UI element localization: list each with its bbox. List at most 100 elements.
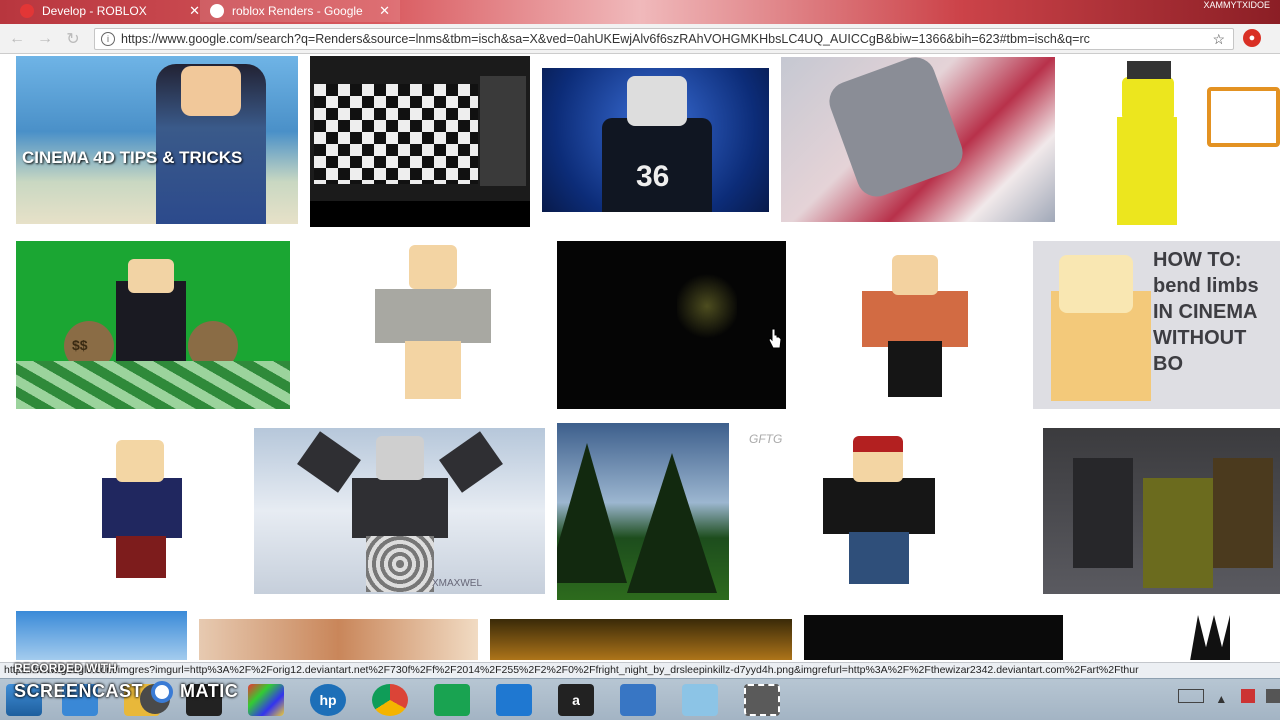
image-overlay-text: GFTG [749, 432, 783, 446]
image-overlay-text: XMAXWEL [432, 578, 483, 589]
timeline [310, 201, 530, 227]
avatar-head [128, 259, 174, 293]
avatar-body [1117, 117, 1177, 225]
image-result[interactable] [199, 619, 478, 660]
avatar-body [102, 478, 182, 538]
colors-grid-icon[interactable] [248, 684, 284, 716]
keyboard-icon[interactable] [1178, 689, 1205, 703]
image-result[interactable] [1160, 615, 1260, 660]
tab-strip: Develop - ROBLOX ✕ roblox Renders - Goog… [0, 0, 1280, 24]
money-pile [16, 361, 290, 409]
image-result[interactable] [781, 57, 1055, 222]
image-result[interactable]: CINEMA 4D TIPS & TRICKS [16, 56, 298, 224]
screencast-logo: SCREENCAST MATIC [14, 681, 239, 704]
image-result[interactable] [490, 619, 792, 660]
hp-icon[interactable]: hp [310, 684, 346, 716]
tab-title: roblox Renders - Google [232, 4, 363, 18]
roblox-favicon-icon [20, 4, 34, 18]
tray-arrow-icon[interactable]: ▲ [1215, 692, 1227, 706]
tab-close-icon[interactable]: ✕ [379, 3, 390, 19]
tray-app-icon[interactable] [1240, 689, 1255, 703]
paint-icon[interactable] [620, 684, 656, 716]
system-tray[interactable]: ▲ [1178, 689, 1280, 706]
network-icon[interactable] [1266, 689, 1280, 703]
panel [480, 76, 526, 186]
image-result[interactable] [557, 423, 729, 600]
tree [557, 443, 627, 583]
image-overlay-text: HOW TO: bend limbs IN CINEMA WITHOUT BO [1153, 249, 1259, 375]
back-icon[interactable]: ← [6, 28, 28, 50]
avatar-cap [853, 436, 903, 452]
store-icon[interactable] [434, 684, 470, 716]
snipping-tool-icon[interactable] [744, 684, 780, 716]
url-text[interactable]: https://www.google.com/search?q=Renders&… [121, 32, 1209, 46]
avatar-torso [375, 289, 491, 343]
avatar-head [892, 255, 938, 295]
avatar-legs [888, 341, 942, 397]
image-result[interactable]: GFTG [741, 428, 1031, 594]
avatar-head [376, 436, 424, 480]
image-result[interactable] [804, 615, 1063, 660]
hand-cursor-icon [768, 328, 782, 349]
image-result[interactable] [16, 611, 187, 660]
dark-figure [677, 271, 737, 341]
tree [627, 453, 717, 593]
browser-toolbar: ← → ↻ i https://www.google.com/search?q=… [0, 24, 1280, 54]
amazon-icon[interactable]: a [558, 684, 594, 716]
image-result[interactable]: HOW TO: bend limbs IN CINEMA WITHOUT BO [1033, 241, 1280, 409]
image-overlay-text: 36 [636, 160, 670, 193]
avatar-head [1122, 77, 1174, 121]
reload-icon[interactable]: ↻ [62, 28, 84, 50]
animatronic [1213, 458, 1273, 568]
avatar-jacket [862, 291, 968, 347]
avatar-head [1059, 255, 1133, 313]
image-result[interactable] [310, 56, 530, 227]
tab-roblox-renders[interactable]: roblox Renders - Google ✕ [200, 0, 400, 22]
address-bar[interactable]: i https://www.google.com/search?q=Render… [94, 28, 1234, 50]
avatar-head [116, 440, 164, 482]
page-info-icon[interactable]: i [101, 32, 115, 46]
google-favicon-icon [210, 4, 224, 18]
recorded-with-label: RECORDED WITH [14, 661, 117, 675]
avatar-hat [1127, 61, 1171, 79]
image-result[interactable]: $$ [16, 241, 290, 409]
tab-develop-roblox[interactable]: Develop - ROBLOX ✕ [10, 0, 210, 22]
image-result[interactable]: 36 [542, 68, 769, 212]
avatar-legs [405, 341, 461, 399]
bookmark-star-icon[interactable]: ☆ [1212, 31, 1225, 48]
image-result[interactable] [1043, 428, 1280, 594]
forward-icon[interactable]: → [34, 28, 56, 50]
trident [1207, 87, 1280, 147]
avatar-head [181, 66, 241, 116]
avatar-hoodie [352, 478, 448, 538]
image-result[interactable] [798, 241, 1021, 401]
checker-preview [314, 84, 478, 184]
notepad-icon[interactable] [682, 684, 718, 716]
onedrive-icon[interactable] [496, 684, 532, 716]
image-overlay-text: $$ [72, 337, 88, 353]
image-result[interactable] [16, 428, 242, 594]
logo-o-icon [150, 681, 173, 704]
status-bar: https://www.google.com/imgres?imgurl=htt… [0, 662, 1280, 678]
logo-word-1: SCREENCAST [14, 681, 144, 701]
image-result[interactable]: XMAXWEL [254, 428, 545, 594]
image-results-grid: CINEMA 4D TIPS & TRICKS 36 $$ HOW TO: be… [0, 55, 1280, 660]
avatar-head [627, 76, 687, 126]
avatar-body [823, 478, 935, 534]
extension-icon[interactable]: ● [1243, 29, 1261, 47]
animatronic [1073, 458, 1133, 568]
image-result[interactable] [557, 241, 786, 409]
image-overlay-text: CINEMA 4D TIPS & TRICKS [22, 148, 243, 167]
claws [1190, 615, 1230, 660]
image-result[interactable] [302, 241, 545, 401]
avatar-arm [439, 431, 503, 493]
avatar-head [409, 245, 457, 289]
chrome-icon[interactable] [372, 684, 408, 716]
animatronic [1143, 478, 1213, 588]
profile-name[interactable]: XAMMYTXIDOE [1203, 0, 1270, 10]
avatar-figure [823, 57, 969, 203]
image-result[interactable] [1067, 57, 1280, 227]
logo-word-2: MATIC [180, 681, 239, 701]
tab-close-icon[interactable]: ✕ [189, 3, 200, 19]
avatar-legs [116, 536, 166, 578]
